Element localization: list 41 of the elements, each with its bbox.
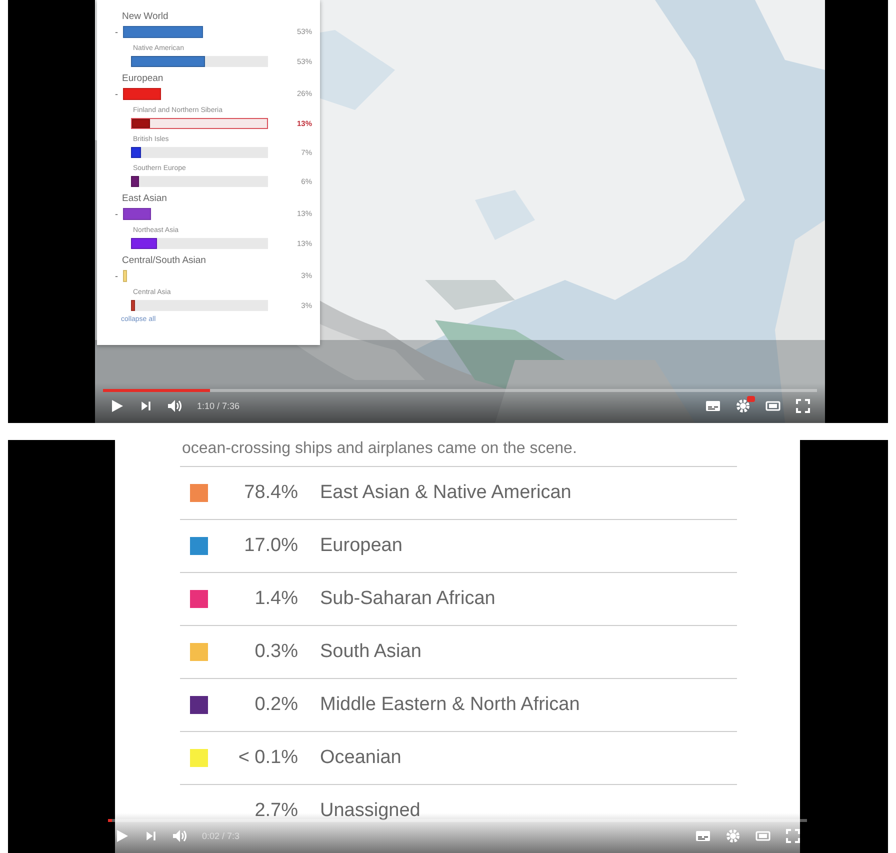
- group-label: East Asian: [122, 192, 167, 205]
- ancestry-label: Middle Eastern & North African: [320, 694, 580, 716]
- subtitles-icon[interactable]: [705, 398, 721, 414]
- percent-text: 0.2%: [254, 694, 298, 716]
- group-label: New World: [122, 10, 168, 23]
- ancestry-label: Oceanian: [320, 747, 402, 769]
- ancestry-label: Unassigned: [320, 800, 420, 822]
- percent-text: 1.4%: [254, 588, 298, 610]
- collapse-toggle[interactable]: -: [115, 270, 123, 280]
- group-label: Central/South Asian: [122, 254, 206, 267]
- region-bar-track[interactable]: [131, 118, 268, 128]
- region-bar-track[interactable]: [131, 56, 268, 66]
- intro-text: ocean-crossing ships and airplanes came on the scene.: [182, 440, 577, 459]
- ancestry-label: Sub-Saharan African: [320, 588, 496, 610]
- region-bar-track[interactable]: [131, 238, 268, 248]
- collapse-toggle[interactable]: -: [115, 88, 123, 98]
- fullscreen-icon[interactable]: [785, 828, 801, 844]
- percent-text: < 0.1%: [237, 747, 298, 769]
- time-display: 0:02 / 7:3: [202, 831, 240, 841]
- region-bar-track[interactable]: [131, 146, 268, 158]
- percent-text: 0.3%: [254, 641, 298, 663]
- volume-icon[interactable]: [167, 398, 183, 414]
- settings-icon[interactable]: [735, 398, 751, 414]
- percent-text: 78.4%: [243, 482, 298, 504]
- ancestry-label: European: [320, 535, 402, 557]
- time-display: 1:10 / 7:36: [197, 401, 240, 411]
- subtitles-icon[interactable]: [695, 828, 711, 844]
- progress-bar[interactable]: [103, 389, 817, 392]
- ancestry-label: East Asian & Native American: [320, 482, 572, 504]
- volume-icon[interactable]: [172, 828, 188, 844]
- region-bar-track[interactable]: [131, 300, 268, 310]
- ancestry-label: South Asian: [320, 641, 422, 663]
- settings-icon[interactable]: [725, 828, 741, 844]
- play-icon[interactable]: [114, 828, 130, 844]
- group-label: European: [122, 72, 164, 85]
- collapse-toggle[interactable]: -: [115, 26, 123, 36]
- collapse-toggle[interactable]: -: [115, 208, 123, 218]
- percent-text: 17.0%: [243, 535, 298, 557]
- percent-text: 2.7%: [254, 800, 298, 822]
- play-icon[interactable]: [109, 398, 125, 414]
- region-bar-track[interactable]: [131, 176, 268, 186]
